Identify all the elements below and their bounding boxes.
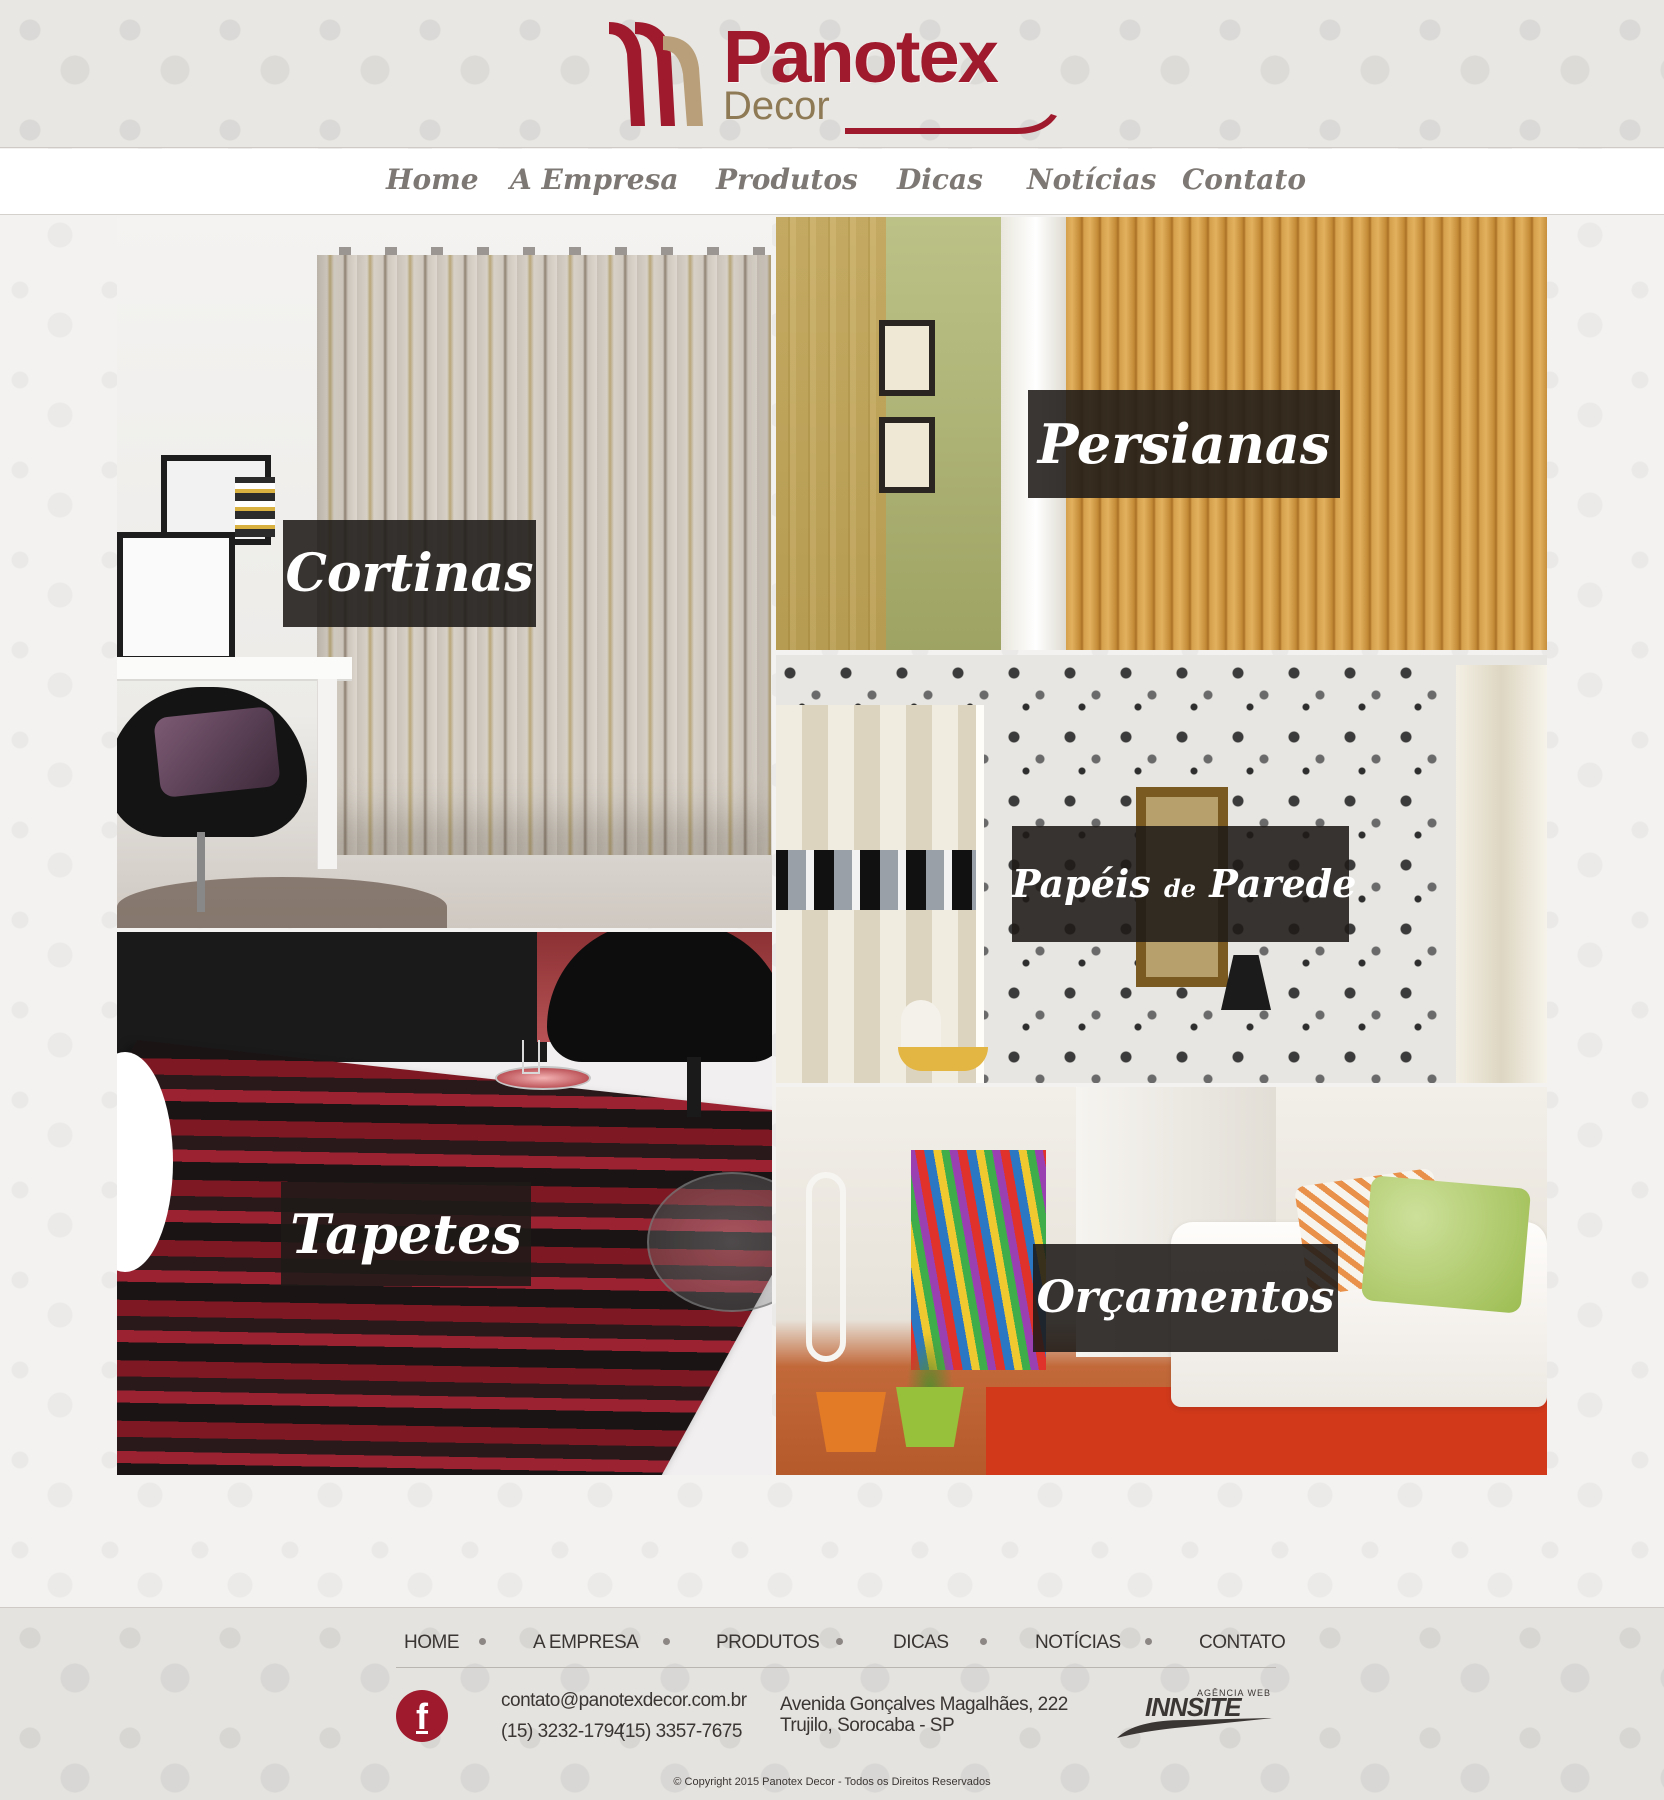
footer-nav-contato[interactable]: CONTATO <box>1199 1632 1286 1654</box>
tile-label-papeis-word2: Parede <box>1209 861 1357 906</box>
tile-label-persianas: Persianas <box>1028 390 1340 498</box>
tile-papeis-de-parede[interactable]: Papéis de Parede <box>776 655 1547 1083</box>
tile-persianas[interactable]: Persianas <box>776 217 1547 650</box>
wall-picture <box>879 417 935 493</box>
desk <box>117 657 352 681</box>
tray <box>495 1066 591 1090</box>
main-nav: Home A Empresa Produtos Dicas Notícias C… <box>0 149 1664 215</box>
footer-nav-dicas[interactable]: DICAS <box>893 1632 949 1654</box>
rug <box>117 877 447 928</box>
wall-picture <box>879 320 935 396</box>
footer-nav: HOME A EMPRESA PRODUTOS DICAS NOTÍCIAS C… <box>396 1622 1286 1668</box>
green-pot <box>896 1387 964 1447</box>
tile-label-papeis-de: de <box>1164 874 1197 903</box>
tile-tapetes[interactable]: Tapetes <box>117 932 772 1475</box>
footer-nav-separator <box>663 1638 670 1645</box>
footer-nav-separator <box>1145 1638 1152 1645</box>
footer-nav-separator <box>980 1638 987 1645</box>
footer-nav-separator <box>479 1638 486 1645</box>
picture-art <box>235 477 275 537</box>
glass <box>522 1040 540 1074</box>
armchair-base <box>197 832 205 912</box>
innsite-logo[interactable]: AGÊNCIA WEB INNSITE <box>1115 1688 1280 1743</box>
black-wall <box>117 932 547 1062</box>
logo-swoosh-icon <box>845 114 1057 134</box>
nav-home[interactable]: Home <box>386 163 479 196</box>
lamp <box>1221 955 1271 1010</box>
footer-nav-home[interactable]: HOME <box>404 1632 460 1654</box>
tile-label-cortinas: Cortinas <box>283 520 536 627</box>
nav-dicas[interactable]: Dicas <box>897 163 983 196</box>
tile-cortinas[interactable]: Cortinas <box>117 217 772 928</box>
picture-frame-sketch <box>117 532 235 662</box>
footer-nav-produtos[interactable]: PRODUTOS <box>716 1632 820 1654</box>
tile-label-orcamentos: Orçamentos <box>1033 1244 1338 1352</box>
footer: HOME A EMPRESA PRODUTOS DICAS NOTÍCIAS C… <box>0 1607 1664 1800</box>
white-chair <box>806 1172 846 1362</box>
blinds-left <box>776 217 886 650</box>
logo-subtitle: Decor <box>723 84 830 128</box>
orange-pot <box>816 1392 886 1452</box>
header: Panotex Decor <box>0 0 1664 148</box>
tile-orcamentos[interactable]: Orçamentos <box>776 1087 1547 1475</box>
nav-noticias[interactable]: Notícias <box>1027 163 1156 196</box>
contact-phone-2: (15) 3357-7675 <box>619 1721 742 1742</box>
address-line-2: Trujilo, Sorocaba - SP <box>780 1715 955 1736</box>
address-line-1: Avenida Gonçalves Magalhães, 222 <box>780 1694 1068 1715</box>
chair-stem <box>687 1057 701 1117</box>
plant <box>906 1332 954 1390</box>
wallpaper-border <box>776 850 976 910</box>
nav-produtos[interactable]: Produtos <box>716 163 858 196</box>
green-cushion <box>1360 1175 1532 1314</box>
facebook-icon[interactable]: f <box>396 1690 448 1742</box>
white-curtain <box>1456 665 1547 1083</box>
desk-leg <box>317 679 337 869</box>
panotex-logo[interactable]: Panotex Decor <box>605 15 1057 134</box>
nav-contato[interactable]: Contato <box>1182 163 1306 196</box>
contact-email[interactable]: contato@panotexdecor.com.br <box>501 1690 747 1712</box>
copyright: © Copyright 2015 Panotex Decor - Todos o… <box>673 1776 991 1788</box>
bowl <box>898 1047 988 1071</box>
footer-nav-a-empresa[interactable]: A EMPRESA <box>533 1632 639 1654</box>
innsite-swoosh-icon <box>1117 1718 1273 1738</box>
logo-stripes-icon <box>609 22 703 126</box>
contact-phone-1: (15) 3232-1794 <box>501 1721 624 1742</box>
black-chair <box>547 932 772 1062</box>
tile-label-papeis-word1: Papéis <box>1012 861 1151 906</box>
tile-label-papeis-de-parede: Papéis de Parede <box>1012 826 1356 942</box>
footer-nav-noticias[interactable]: NOTÍCIAS <box>1035 1632 1121 1654</box>
nav-a-empresa[interactable]: A Empresa <box>510 163 679 196</box>
footer-nav-separator <box>836 1638 843 1645</box>
tile-label-tapetes: Tapetes <box>281 1182 531 1286</box>
pillow <box>153 705 281 799</box>
